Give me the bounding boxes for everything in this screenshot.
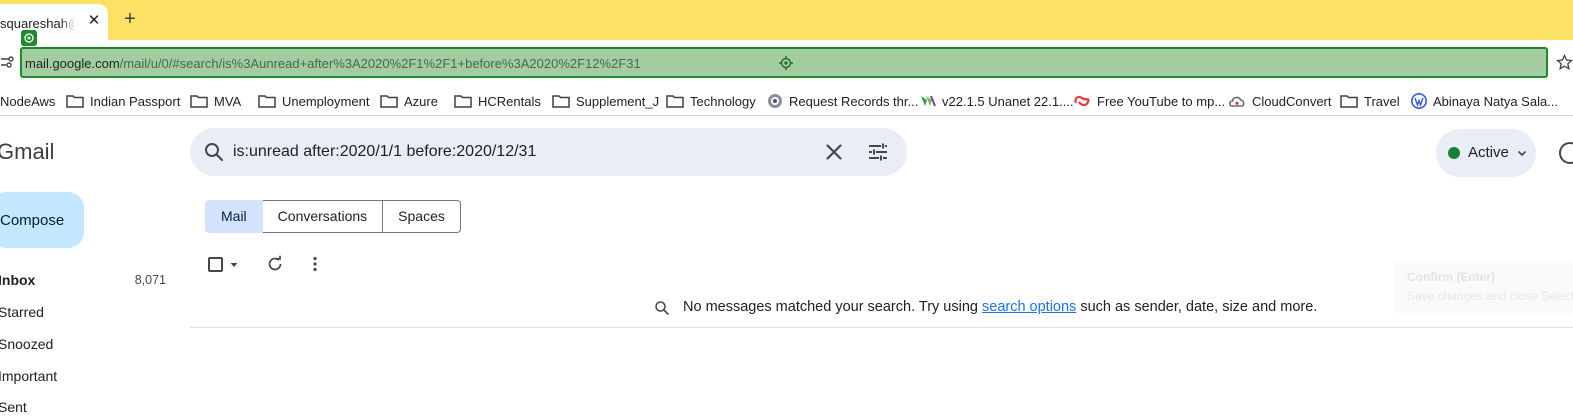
bookmark-label: CloudConvert [1252, 93, 1332, 109]
bookmark-label: HCRentals [478, 93, 541, 109]
folder-icon [1340, 95, 1358, 108]
bookmark-label: Travel [1364, 93, 1400, 109]
seal-icon [768, 94, 782, 108]
unread-count: 8,071 [134, 273, 166, 287]
bookmark-label: Abinaya Natya Sala... [1433, 93, 1559, 109]
url-host: mail.google.com [25, 56, 120, 71]
bookmark-abinaya[interactable]: Abinaya Natya Sala... [1411, 92, 1558, 110]
search-icon [655, 301, 669, 315]
bookmark-label: Indian Passport [90, 93, 181, 109]
folder-icon [258, 95, 276, 108]
more-options-icon[interactable] [306, 255, 324, 273]
wordpress-icon [1411, 93, 1427, 109]
chip-conversations[interactable]: Conversations [262, 200, 384, 233]
tooltip-title: Confirm (Enter) [1407, 270, 1495, 284]
sidebar-item-snoozed[interactable]: Snoozed [0, 328, 180, 360]
folder-icon [190, 95, 208, 108]
tab-close-icon[interactable]: ✕ [86, 13, 102, 29]
gmail-logo[interactable]: Gmail [0, 139, 54, 165]
site-settings-icon[interactable] [0, 55, 14, 69]
sidebar-item-label: Starred [0, 304, 44, 320]
bookmark-cloudconvert[interactable]: CloudConvert [1228, 92, 1332, 110]
sidebar-item-inbox[interactable]: Inbox 8,071 [0, 264, 180, 296]
bookmark-travel[interactable]: Travel [1340, 92, 1400, 110]
folder-icon [380, 95, 398, 108]
tab-title: squareshah@gmail.com [0, 16, 76, 31]
bookmark-technology[interactable]: Technology [666, 92, 756, 110]
tooltip-subtitle: Save changes and close Selector [1407, 289, 1573, 303]
unanet-icon [921, 95, 936, 107]
bookmark-supplement[interactable]: Supplement_J [552, 92, 659, 110]
bookmark-mva[interactable]: MVA [190, 92, 241, 110]
bookmark-label: Free YouTube to mp... [1097, 93, 1226, 109]
bookmark-label: Azure [404, 93, 438, 109]
bookmark-azure[interactable]: Azure [380, 92, 438, 110]
bookmark-indian-passport[interactable]: Indian Passport [66, 92, 180, 110]
search-input[interactable]: is:unread after:2020/1/1 before:2020/12/… [233, 143, 536, 161]
empty-results-message: No messages matched your search. Try usi… [683, 299, 1317, 315]
search-options-link[interactable]: search options [982, 299, 1076, 315]
folder-icon [666, 95, 684, 108]
bookmark-nodeaws[interactable]: NodeAws [0, 92, 55, 110]
bookmark-label: Technology [690, 93, 756, 109]
url-text[interactable]: mail.google.com/mail/u/0/#search/is%3Aun… [25, 56, 641, 71]
confirm-tooltip: Confirm (Enter) Save changes and close S… [1395, 261, 1573, 313]
select-all-checkbox[interactable] [208, 257, 223, 272]
bookmarks-bar: NodeAws Indian Passport MVA Unemployment… [0, 86, 1573, 116]
search-icon[interactable] [202, 140, 226, 164]
empty-results-row: No messages matched your search. Try usi… [190, 294, 1573, 328]
bookmark-unemployment[interactable]: Unemployment [258, 92, 369, 110]
search-scope-chips: Mail Conversations Spaces [205, 200, 461, 233]
bookmark-star-icon[interactable] [1556, 54, 1573, 71]
bookmark-hcrentals[interactable]: HCRentals [454, 92, 541, 110]
empty-text-after: such as sender, date, size and more. [1076, 299, 1318, 315]
bookmark-label: v22.1.5 Unanet 22.1.... [942, 93, 1074, 109]
url-path: /mail/u/0/#search/is%3Aunread+after%3A20… [119, 56, 641, 71]
cloud-icon [1229, 96, 1245, 107]
sidebar-item-sent[interactable]: Sent [0, 391, 180, 417]
bookmark-label: Request Records thr... [789, 93, 919, 109]
status-label: Active [1468, 144, 1509, 161]
chip-mail[interactable]: Mail [205, 200, 263, 233]
address-bar[interactable]: mail.google.com/mail/u/0/#search/is%3Aun… [20, 47, 1548, 78]
sidebar-item-label: Important [0, 368, 58, 384]
crosshair-icon[interactable] [779, 56, 793, 70]
bookmark-label: Unemployment [282, 93, 370, 109]
mail-search-bar[interactable]: is:unread after:2020/1/1 before:2020/12/… [190, 128, 907, 176]
refresh-icon[interactable] [266, 255, 284, 273]
clear-search-icon[interactable] [822, 140, 846, 164]
sidebar-item-starred[interactable]: Starred [0, 296, 180, 328]
browser-tab[interactable]: squareshah@gmail.com ✕ [0, 4, 108, 40]
help-icon[interactable] [1558, 141, 1573, 165]
sidebar-item-important[interactable]: Important [0, 360, 180, 392]
extension-badge-icon [21, 30, 37, 46]
sidebar-item-label: Snoozed [0, 336, 54, 352]
sidebar-item-label: Inbox [0, 272, 36, 288]
new-tab-icon[interactable]: + [120, 9, 140, 29]
bookmark-request-records[interactable]: Request Records thr... [767, 92, 918, 110]
bookmark-label: NodeAws [0, 93, 56, 109]
bookmark-label: Supplement_J [576, 93, 660, 109]
status-dot [1448, 147, 1460, 159]
bookmark-label: MVA [214, 93, 242, 109]
sidebar-item-label: Sent [0, 399, 27, 415]
folder-icon [552, 95, 570, 108]
browser-tab-strip: squareshah@gmail.com ✕ + [0, 0, 1573, 40]
chip-spaces[interactable]: Spaces [383, 200, 461, 233]
loop-icon [1074, 95, 1090, 107]
bookmark-youtube-mp3[interactable]: Free YouTube to mp... [1073, 92, 1225, 110]
select-menu-caret-icon[interactable] [229, 260, 239, 270]
folder-icon [454, 95, 472, 108]
chevron-down-icon [1517, 150, 1527, 157]
folder-icon [66, 95, 84, 108]
compose-button[interactable]: Compose [0, 192, 84, 248]
search-options-icon[interactable] [866, 140, 890, 164]
compose-label: Compose [0, 212, 65, 229]
browser-toolbar: mail.google.com/mail/u/0/#search/is%3Aun… [0, 40, 1573, 86]
empty-text-before: No messages matched your search. Try usi… [683, 299, 982, 315]
status-selector[interactable]: Active [1436, 129, 1536, 177]
bookmark-unanet[interactable]: v22.1.5 Unanet 22.1.... [920, 92, 1074, 110]
